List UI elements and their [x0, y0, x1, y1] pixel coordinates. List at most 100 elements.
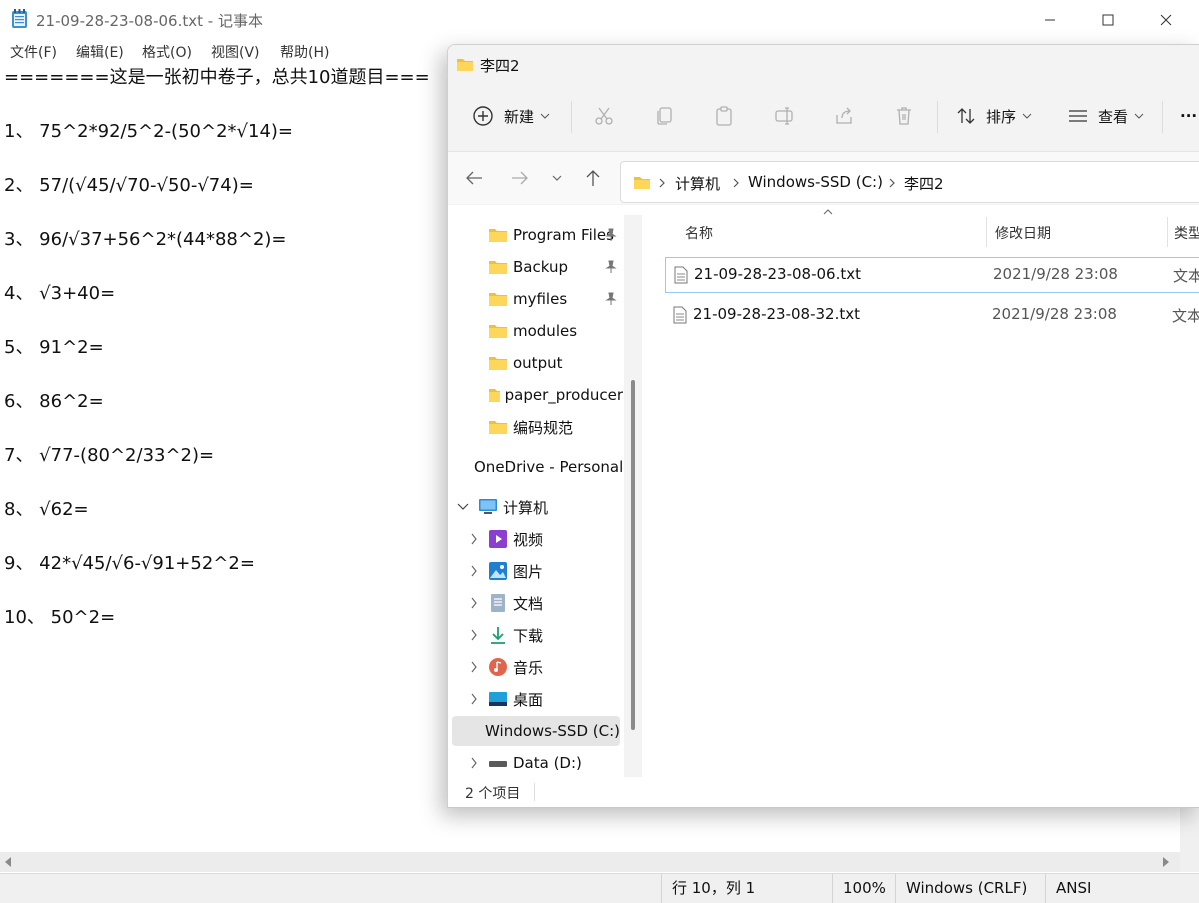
nav-item-backup[interactable]: Backup: [448, 252, 623, 282]
scroll-corner: [1180, 852, 1199, 872]
navigation-scrollbar[interactable]: [624, 215, 642, 777]
scissors-icon: [594, 106, 614, 126]
nav-item-pictures[interactable]: 图片: [448, 556, 623, 586]
nav-item-myfiles[interactable]: myfiles: [448, 284, 623, 314]
notepad-horizontal-scrollbar[interactable]: [0, 852, 1180, 872]
item-count: 2 个项目: [465, 783, 520, 803]
pictures-icon: [488, 561, 508, 581]
more-options-button[interactable]: ···: [1180, 101, 1197, 131]
column-header-type[interactable]: 类型: [1174, 223, 1199, 243]
chevron-right-icon: [470, 661, 478, 673]
menu-help[interactable]: 帮助(H): [280, 42, 329, 62]
nav-item-coding-standards[interactable]: 编码规范: [448, 412, 623, 442]
column-header-date[interactable]: 修改日期: [995, 223, 1051, 243]
text-line-question: 8、 √62=: [4, 501, 89, 519]
delete-button[interactable]: [894, 101, 914, 131]
notepad-title: 21-09-28-23-08-06.txt - 记事本: [36, 10, 263, 31]
file-row[interactable]: 21-09-28-23-08-06.txt 2021/9/28 23:08 文本…: [665, 257, 1199, 293]
text-file-icon: [674, 266, 688, 284]
navigation-scroll-thumb[interactable]: [631, 380, 635, 730]
nav-item-windows-ssd[interactable]: Windows-SSD (C:): [452, 716, 620, 746]
text-file-icon: [673, 306, 687, 324]
chevron-right-icon: [470, 757, 478, 769]
text-line-question: 7、 √77-(80^2/33^2)=: [4, 447, 214, 465]
menu-view[interactable]: 视图(V): [211, 42, 260, 62]
nav-item-paper-producer[interactable]: paper_producer: [448, 380, 623, 410]
chevron-right-icon: [470, 693, 478, 705]
nav-item-music[interactable]: 音乐: [448, 652, 623, 682]
file-row[interactable]: 21-09-28-23-08-32.txt 2021/9/28 23:08 文本…: [665, 298, 1199, 332]
folder-icon: [488, 419, 508, 435]
plus-circle-icon: [472, 105, 494, 127]
notepad-menubar: 文件(F) 编辑(E) 格式(O) 视图(V) 帮助(H): [0, 40, 450, 62]
menu-file[interactable]: 文件(F): [10, 42, 57, 62]
nav-item-desktop[interactable]: 桌面: [448, 684, 623, 714]
nav-item-videos[interactable]: 视频: [448, 524, 623, 554]
close-button[interactable]: [1143, 0, 1189, 40]
explorer-body: Program Files Backup myfiles modules out…: [448, 205, 1199, 777]
nav-item-onedrive[interactable]: OneDrive - Personal: [448, 452, 623, 482]
column-header-name[interactable]: 名称: [685, 223, 713, 243]
breadcrumb-folder[interactable]: 李四2: [904, 173, 944, 194]
drive-icon: [488, 755, 508, 771]
chevron-right-icon: [659, 178, 665, 188]
view-button[interactable]: 查看: [1068, 101, 1144, 131]
back-arrow-icon: [465, 170, 483, 186]
copy-button[interactable]: [654, 101, 674, 131]
trash-icon: [894, 106, 914, 126]
pin-icon: [605, 292, 617, 306]
chevron-down-icon: [540, 112, 550, 120]
menu-format[interactable]: 格式(O): [142, 42, 192, 62]
nav-item-documents[interactable]: 文档: [448, 588, 623, 618]
navigation-pane: Program Files Backup myfiles modules out…: [448, 205, 643, 777]
folder-icon: [488, 291, 508, 307]
close-icon: [1160, 14, 1172, 26]
computer-icon: [478, 498, 498, 516]
rename-icon: [774, 106, 794, 126]
breadcrumb-drive[interactable]: Windows-SSD (C:): [748, 173, 883, 191]
maximize-button[interactable]: [1085, 0, 1131, 40]
forward-arrow-icon: [511, 170, 529, 186]
nav-item-computer[interactable]: 计算机: [448, 492, 623, 522]
cut-button[interactable]: [594, 101, 614, 131]
status-cursor-position: 行 10，列 1: [661, 874, 832, 903]
nav-item-output[interactable]: output: [448, 348, 623, 378]
notepad-app-icon: [11, 9, 28, 29]
chevron-right-icon: [733, 178, 739, 188]
nav-item-data-drive[interactable]: Data (D:): [448, 748, 623, 778]
download-icon: [488, 625, 508, 645]
notepad-titlebar[interactable]: 21-09-28-23-08-06.txt - 记事本: [0, 0, 1199, 40]
status-line-ending: Windows (CRLF): [895, 874, 1046, 903]
documents-icon: [488, 593, 508, 613]
text-line-question: 9、 42*√45/√6-√91+52^2=: [4, 555, 255, 573]
share-button[interactable]: [834, 101, 854, 131]
nav-item-program-files[interactable]: Program Files: [448, 220, 623, 250]
file-date: 2021/9/28 23:08: [992, 305, 1117, 323]
chevron-right-icon: [470, 629, 478, 641]
sort-icon: [956, 106, 976, 126]
sort-ascending-icon: [823, 209, 833, 215]
sort-button[interactable]: 排序: [956, 101, 1032, 131]
folder-icon: [488, 387, 500, 403]
explorer-titlebar[interactable]: 李四2: [448, 45, 1199, 85]
minimize-icon: [1044, 14, 1056, 26]
address-bar[interactable]: 计算机 Windows-SSD (C:) 李四2: [620, 161, 1199, 203]
minimize-button[interactable]: [1027, 0, 1073, 40]
nav-item-modules[interactable]: modules: [448, 316, 623, 346]
chevron-down-icon: [457, 503, 469, 511]
new-button[interactable]: 新建: [472, 101, 550, 131]
scroll-right-icon: [1162, 857, 1170, 867]
paste-button[interactable]: [714, 101, 734, 131]
menu-edit[interactable]: 编辑(E): [76, 42, 124, 62]
folder-icon: [488, 323, 508, 339]
breadcrumb-computer[interactable]: 计算机: [675, 173, 720, 194]
file-name: 21-09-28-23-08-06.txt: [694, 265, 861, 283]
rename-button[interactable]: [774, 101, 794, 131]
nav-item-downloads[interactable]: 下载: [448, 620, 623, 650]
explorer-toolbar: 新建 排序 查看: [448, 85, 1199, 149]
status-encoding: ANSI: [1045, 874, 1196, 903]
chevron-right-icon: [470, 565, 478, 577]
maximize-icon: [1102, 14, 1114, 26]
explorer-title: 李四2: [480, 55, 520, 76]
scroll-left-icon: [4, 857, 12, 867]
